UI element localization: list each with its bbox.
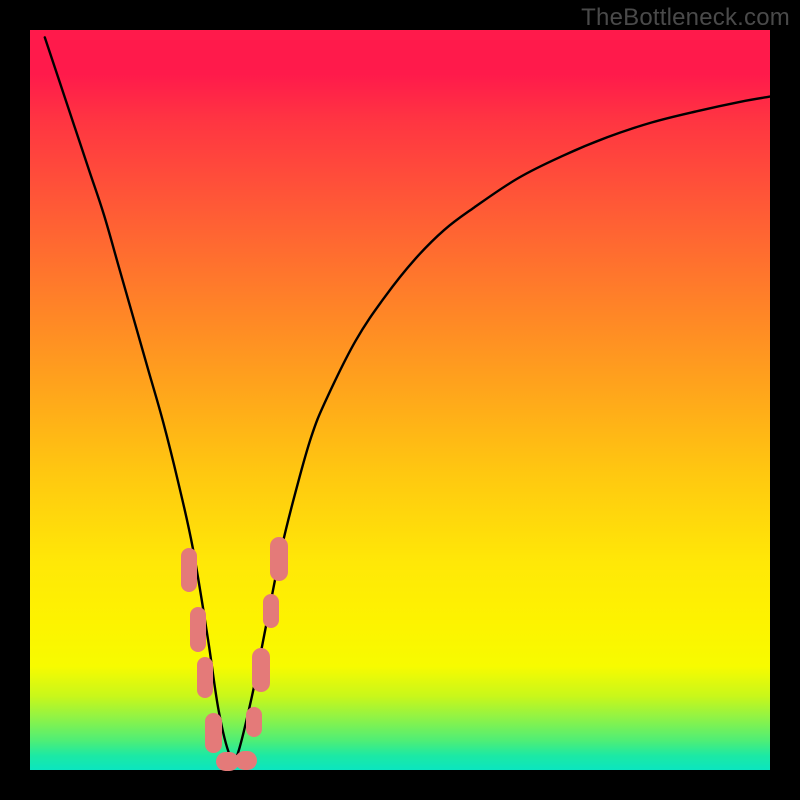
- watermark-text: TheBottleneck.com: [581, 4, 790, 32]
- data-marker: [190, 607, 206, 651]
- data-marker: [252, 648, 270, 692]
- plot-area: [30, 30, 770, 770]
- data-marker: [246, 707, 262, 737]
- data-marker: [197, 657, 213, 698]
- data-marker: [181, 548, 197, 592]
- curve-svg: [30, 30, 770, 770]
- chart-frame: TheBottleneck.com: [0, 0, 800, 800]
- data-marker: [235, 751, 257, 770]
- data-marker: [270, 537, 288, 581]
- bottleneck-curve: [45, 37, 770, 762]
- data-marker: [263, 594, 279, 627]
- data-marker: [205, 713, 221, 754]
